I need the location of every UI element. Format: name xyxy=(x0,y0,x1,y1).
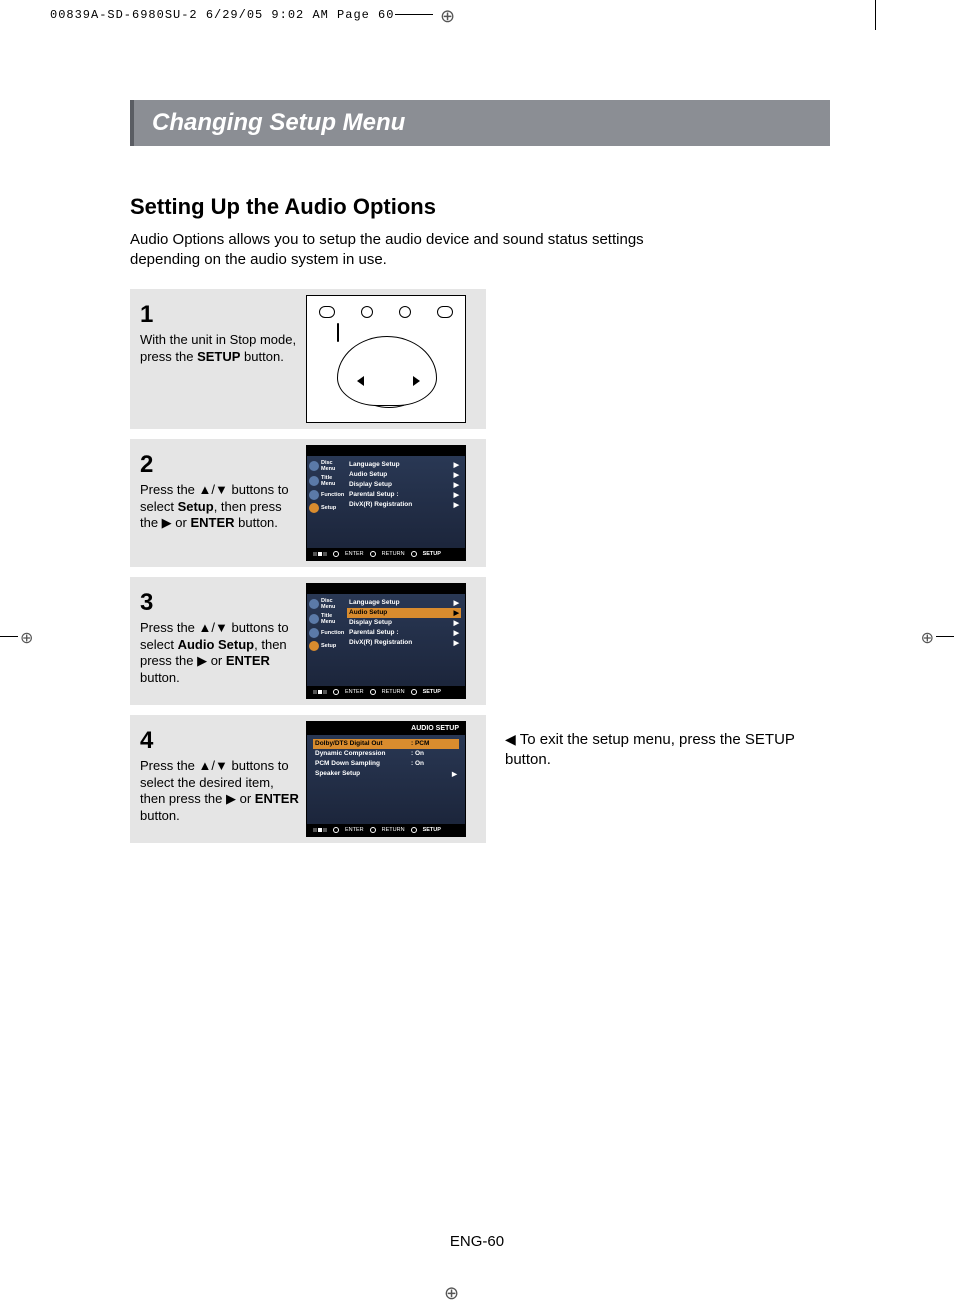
step-text: 3 Press the ▲/▼ buttons to select Audio … xyxy=(136,583,306,699)
crop-register-icon: ⊕ xyxy=(444,1283,459,1304)
osd-sidebar: Disc Menu Title Menu Function Setup xyxy=(307,456,343,520)
step-bold: ENTER xyxy=(255,791,299,806)
step-bold: SETUP xyxy=(197,349,240,364)
crop-header: 00839A-SD-6980SU-2 6/29/05 9:02 AM Page … xyxy=(50,8,394,22)
step-bold: ENTER xyxy=(226,653,270,668)
page-content: Changing Setup Menu Setting Up the Audio… xyxy=(130,100,830,853)
crop-register-icon: ⊕ xyxy=(921,628,934,648)
crop-mark xyxy=(395,14,433,15)
osd-screenshot-audio-setup: AUDIO SETUP Dolby/DTS Digital Out: PCM D… xyxy=(306,721,466,837)
osd-statusbar: ENTER RETURN SETUP xyxy=(307,824,465,836)
step-number: 4 xyxy=(140,725,300,756)
step-number: 2 xyxy=(140,449,300,480)
osd-screenshot-audio-select: Disc Menu Title Menu Function Setup Lang… xyxy=(306,583,466,699)
exit-note-text: To exit the setup menu, press the SETUP … xyxy=(505,731,795,768)
page-number: ENG-60 xyxy=(0,1233,954,1250)
crop-register-icon: ⊕ xyxy=(20,628,33,648)
step-body: button. xyxy=(140,670,180,685)
step-bold: Setup xyxy=(178,499,214,514)
left-arrow-icon: ◀ xyxy=(505,731,516,747)
step-number: 1 xyxy=(140,299,300,330)
step-text: 2 Press the ▲/▼ buttons to select Setup,… xyxy=(136,445,306,561)
crop-mark xyxy=(936,636,954,637)
osd-sidebar: Disc Menu Title Menu Function Setup xyxy=(307,594,343,658)
step-body: button. xyxy=(240,349,283,364)
step-body: button. xyxy=(140,808,180,823)
step-bold: ENTER xyxy=(190,515,234,530)
step-text: 1 With the unit in Stop mode, press the … xyxy=(136,295,306,423)
step-3: 3 Press the ▲/▼ buttons to select Audio … xyxy=(130,577,486,705)
step-number: 3 xyxy=(140,587,300,618)
step-body: button. xyxy=(235,515,278,530)
osd-menu: Language Setup▶ Audio Setup▶ Display Set… xyxy=(343,594,465,658)
crop-register-icon: ⊕ xyxy=(440,6,455,27)
osd-title: AUDIO SETUP xyxy=(307,722,465,735)
section-intro: Audio Options allows you to setup the au… xyxy=(130,230,670,271)
step-bold: Audio Setup xyxy=(178,637,255,652)
crop-mark xyxy=(0,636,18,637)
osd-menu: Language Setup▶ Audio Setup▶ Display Set… xyxy=(343,456,465,520)
step-1: 1 With the unit in Stop mode, press the … xyxy=(130,289,486,429)
step-text: 4 Press the ▲/▼ buttons to select the de… xyxy=(136,721,306,837)
exit-note: ◀To exit the setup menu, press the SETUP… xyxy=(505,730,825,769)
osd-statusbar: ENTER RETURN SETUP xyxy=(307,548,465,560)
remote-illustration xyxy=(306,295,466,423)
section-title: Setting Up the Audio Options xyxy=(130,194,830,220)
step-2: 2 Press the ▲/▼ buttons to select Setup,… xyxy=(130,439,486,567)
title-bar: Changing Setup Menu xyxy=(130,100,830,146)
crop-mark xyxy=(875,0,876,30)
title-bar-text: Changing Setup Menu xyxy=(152,109,405,137)
osd-statusbar: ENTER RETURN SETUP xyxy=(307,686,465,698)
step-4: 4 Press the ▲/▼ buttons to select the de… xyxy=(130,715,486,843)
osd-screenshot-setup: Disc Menu Title Menu Function Setup Lang… xyxy=(306,445,466,561)
